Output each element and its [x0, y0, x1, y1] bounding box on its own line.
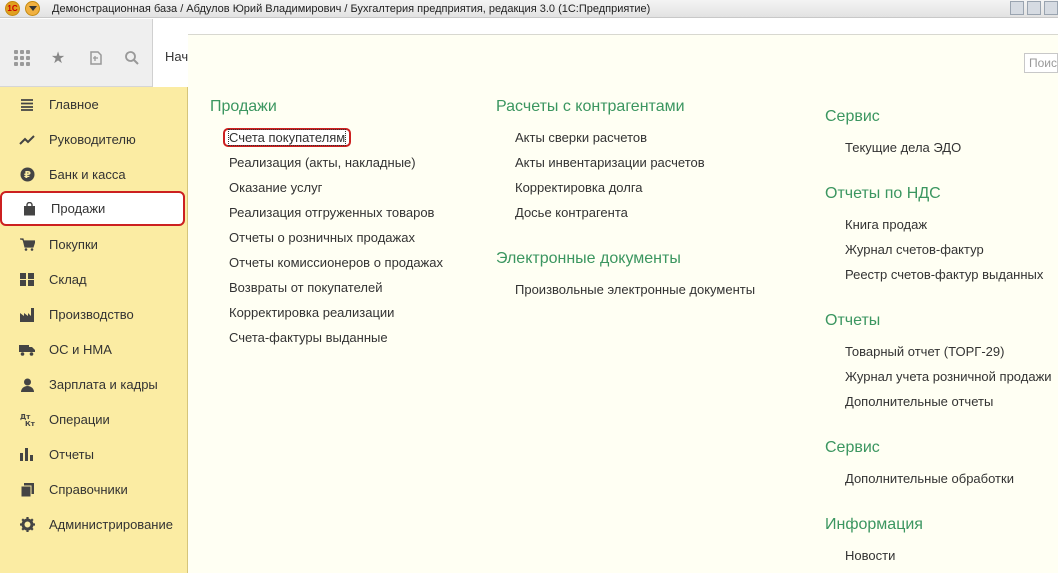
- link-additional-reports[interactable]: Дополнительные отчеты: [845, 394, 993, 409]
- factory-icon: [19, 307, 35, 323]
- section-title-info: Информация: [825, 516, 923, 533]
- sidebar-item-fixed-assets[interactable]: ОС и НМА: [0, 332, 187, 367]
- app-logo-icon[interactable]: 1C: [5, 1, 20, 16]
- sidebar-item-sales[interactable]: Продажи: [0, 191, 185, 226]
- link-issued-invoices[interactable]: Счета-фактуры выданные: [229, 330, 388, 345]
- sidebar-item-label: ОС и НМА: [49, 342, 112, 357]
- print-icon[interactable]: [1027, 1, 1041, 15]
- sidebar-item-label: Покупки: [49, 237, 98, 252]
- sidebar-item-label: Администрирование: [49, 517, 173, 532]
- window-title: Демонстрационная база / Абдулов Юрий Вла…: [52, 2, 651, 15]
- sidebar-item-label: Руководителю: [49, 132, 136, 147]
- sidebar-item-label: Справочники: [49, 482, 128, 497]
- main-menu-button[interactable]: [25, 1, 40, 16]
- sidebar-item-production[interactable]: Производство: [0, 297, 187, 332]
- sidebar-item-label: Зарплата и кадры: [49, 377, 158, 392]
- link-issued-invoices-register[interactable]: Реестр счетов-фактур выданных: [845, 267, 1043, 282]
- link-inventory-acts[interactable]: Акты инвентаризации расчетов: [515, 155, 705, 170]
- section-title-service-2: Сервис: [825, 439, 880, 456]
- link-sales-realization[interactable]: Реализация (акты, накладные): [229, 155, 416, 170]
- section-title-vat-reports: Отчеты по НДС: [825, 185, 941, 202]
- link-invoice-journal[interactable]: Журнал счетов-фактур: [845, 242, 984, 257]
- warehouse-icon: [19, 272, 35, 288]
- sidebar-item-warehouse[interactable]: Склад: [0, 262, 187, 297]
- trend-up-icon: [19, 132, 35, 148]
- svg-text:₽: ₽: [24, 170, 31, 181]
- link-debt-adjustment[interactable]: Корректировка долга: [515, 180, 643, 195]
- sidebar-item-label: Склад: [49, 272, 87, 287]
- tab-start-label: Нач: [165, 49, 189, 64]
- favorites-star-icon[interactable]: ★: [48, 48, 68, 68]
- search-icon[interactable]: [122, 48, 142, 68]
- cart-icon: [19, 237, 35, 253]
- ruble-coin-icon: ₽: [19, 167, 35, 183]
- link-edo-current-tasks[interactable]: Текущие дела ЭДО: [845, 140, 961, 155]
- link-sales-book[interactable]: Книга продаж: [845, 217, 927, 232]
- link-arbitrary-edocs[interactable]: Произвольные электронные документы: [515, 282, 755, 297]
- link-customer-returns[interactable]: Возвраты от покупателей: [229, 280, 383, 295]
- sidebar-item-label: Операции: [49, 412, 110, 427]
- gear-icon: [19, 517, 35, 533]
- sidebar-item-label: Главное: [49, 97, 99, 112]
- sidebar-item-catalogs[interactable]: Справочники: [0, 472, 187, 507]
- sidebar-item-manager[interactable]: Руководителю: [0, 122, 187, 157]
- sections-sidebar: Главное Руководителю ₽ Банк и касса Прод…: [0, 87, 188, 573]
- sidebar-item-label: Отчеты: [49, 447, 94, 462]
- sidebar-item-reports[interactable]: Отчеты: [0, 437, 187, 472]
- section-title-service: Сервис: [825, 108, 880, 125]
- link-additional-processing[interactable]: Дополнительные обработки: [845, 471, 1014, 486]
- link-counterparty-dossier[interactable]: Досье контрагента: [515, 205, 628, 220]
- sidebar-item-operations[interactable]: Дт Кт Операции: [0, 402, 187, 437]
- title-bar: 1C Демонстрационная база / Абдулов Юрий …: [0, 0, 1058, 18]
- section-title-edocs: Электронные документы: [496, 250, 681, 267]
- books-icon: [19, 482, 35, 498]
- link-reconciliation-acts[interactable]: Акты сверки расчетов: [515, 130, 647, 145]
- shopping-bag-icon: [21, 201, 37, 217]
- link-realization-adjustment[interactable]: Корректировка реализации: [229, 305, 394, 320]
- sidebar-item-salary[interactable]: Зарплата и кадры: [0, 367, 187, 402]
- sidebar-item-label: Банк и касса: [49, 167, 126, 182]
- window-icon[interactable]: [1044, 1, 1058, 15]
- history-icon[interactable]: [86, 48, 106, 68]
- section-title-settlements: Расчеты с контрагентами: [496, 98, 685, 115]
- save-icon[interactable]: [1010, 1, 1024, 15]
- section-title-reports: Отчеты: [825, 312, 881, 329]
- link-shipped-goods-realization[interactable]: Реализация отгруженных товаров: [229, 205, 434, 220]
- link-news[interactable]: Новости: [845, 548, 895, 563]
- title-bar-icons: [1010, 1, 1058, 15]
- bar-chart-icon: [19, 447, 35, 463]
- sidebar-item-main[interactable]: Главное: [0, 87, 187, 122]
- section-title-sales: Продажи: [210, 98, 277, 115]
- search-input[interactable]: Поис: [1024, 53, 1058, 73]
- apps-grid-icon[interactable]: [12, 48, 32, 68]
- sidebar-item-label: Продажи: [51, 201, 106, 216]
- tab-start-page[interactable]: Нач: [152, 19, 192, 87]
- sidebar-item-purchases[interactable]: Покупки: [0, 227, 187, 262]
- menu-lines-icon: [19, 97, 35, 113]
- link-retail-sales-reports[interactable]: Отчеты о розничных продажах: [229, 230, 415, 245]
- truck-icon: [19, 342, 35, 358]
- person-icon: [19, 377, 35, 393]
- link-commissioner-reports[interactable]: Отчеты комиссионеров о продажах: [229, 255, 443, 270]
- link-customer-invoices[interactable]: Счета покупателям: [223, 128, 352, 147]
- link-retail-sales-journal[interactable]: Журнал учета розничной продажи: [845, 369, 1052, 384]
- link-services-rendering[interactable]: Оказание услуг: [229, 180, 322, 195]
- sidebar-item-label: Производство: [49, 307, 134, 322]
- debit-credit-icon: Дт Кт: [19, 412, 35, 428]
- link-torg29-report[interactable]: Товарный отчет (ТОРГ-29): [845, 344, 1004, 359]
- sidebar-item-administration[interactable]: Администрирование: [0, 507, 187, 542]
- svg-text:Кт: Кт: [25, 420, 35, 427]
- sidebar-item-bank[interactable]: ₽ Банк и касса: [0, 157, 187, 192]
